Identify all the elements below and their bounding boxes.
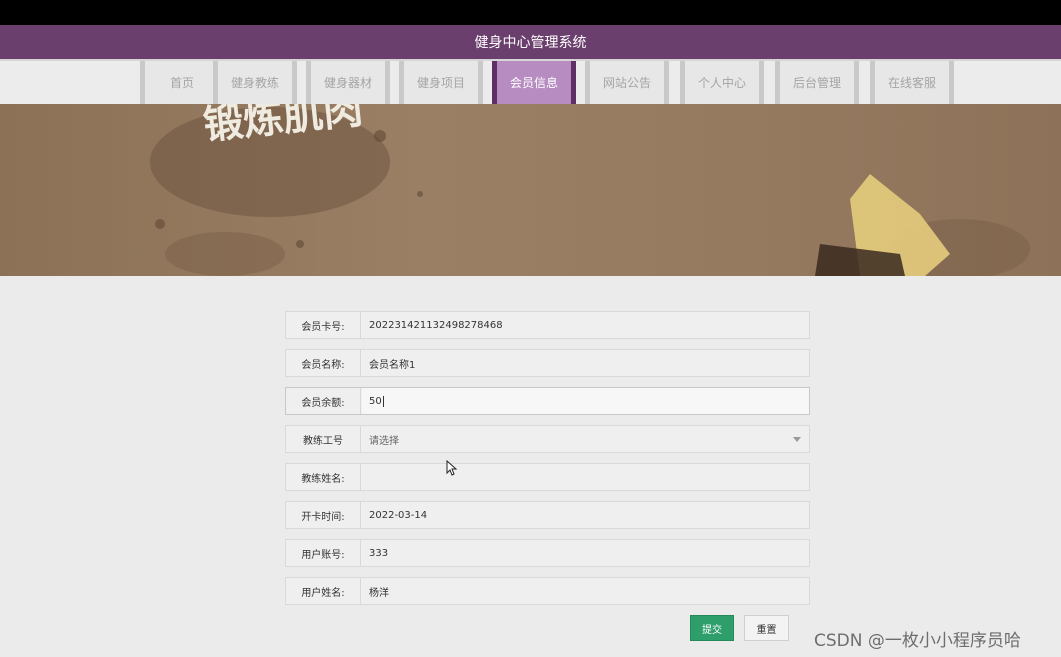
- field-user-account: 用户账号: 333: [285, 539, 810, 567]
- reset-button[interactable]: 重置: [744, 615, 789, 641]
- nav-item-label: 个人中心: [697, 76, 746, 90]
- chevron-down-icon: [793, 437, 801, 442]
- nav-item-projects[interactable]: 健身项目: [399, 61, 483, 104]
- field-user-name: 用户姓名: 杨洋: [285, 577, 810, 605]
- app-header: 健身中心管理系统: [0, 25, 1061, 59]
- field-member-name: 会员名称: 会员名称1: [285, 349, 810, 377]
- field-coach-name: 教练姓名:: [285, 463, 810, 491]
- field-label: 教练姓名:: [286, 464, 361, 490]
- app-title: 健身中心管理系统: [474, 35, 587, 51]
- member-name-input[interactable]: 会员名称1: [362, 350, 809, 376]
- coach-id-select[interactable]: 请选择: [362, 426, 809, 452]
- banner-artwork: 锻炼肌肉: [150, 104, 1030, 276]
- screen-top-bar: [0, 0, 1061, 25]
- user-name-input[interactable]: 杨洋: [362, 578, 809, 604]
- user-account-input[interactable]: 333: [362, 540, 809, 566]
- field-label: 开卡时间:: [286, 502, 361, 528]
- nav-item-label: 首页: [169, 76, 194, 90]
- nav-item-admin[interactable]: 后台管理: [775, 61, 859, 104]
- nav-item-label: 健身器材: [323, 76, 372, 90]
- nav-item-equipment[interactable]: 健身器材: [306, 61, 390, 104]
- field-label: 会员名称:: [286, 350, 361, 376]
- nav-item-home[interactable]: 首页: [140, 61, 224, 104]
- field-coach-id: 教练工号 请选择: [285, 425, 810, 453]
- main-nav: 首页 健身教练 健身器材 健身项目 会员信息 网站公告 个人中心 后台管理 在线…: [0, 59, 1061, 104]
- balance-value: 50: [369, 395, 382, 407]
- text-caret: [382, 395, 384, 407]
- balance-input[interactable]: 50: [362, 388, 809, 414]
- nav-item-label: 网站公告: [602, 76, 651, 90]
- field-card-number: 会员卡号: 202231421132498278468: [285, 311, 810, 339]
- mouse-pointer-icon: [446, 460, 458, 476]
- nav-item-label: 后台管理: [792, 76, 841, 90]
- select-placeholder: 请选择: [369, 435, 399, 447]
- nav-item-label: 在线客服: [887, 76, 936, 90]
- card-number-input[interactable]: 202231421132498278468: [362, 312, 809, 338]
- open-date-input[interactable]: 2022-03-14: [362, 502, 809, 528]
- nav-item-service[interactable]: 在线客服: [870, 61, 954, 104]
- field-label: 会员卡号:: [286, 312, 361, 338]
- field-open-date: 开卡时间: 2022-03-14: [285, 501, 810, 529]
- field-label: 会员余额:: [286, 388, 361, 414]
- nav-item-label: 健身教练: [230, 76, 279, 90]
- coach-name-input[interactable]: [362, 464, 809, 490]
- nav-item-members[interactable]: 会员信息: [492, 61, 576, 104]
- submit-button[interactable]: 提交: [690, 615, 734, 641]
- watermark-text: CSDN @一枚小小程序员哈: [814, 631, 1021, 651]
- field-label: 教练工号: [286, 426, 361, 452]
- nav-item-label: 健身项目: [416, 76, 465, 90]
- nav-item-profile[interactable]: 个人中心: [680, 61, 764, 104]
- field-balance: 会员余额: 50: [285, 387, 810, 415]
- nav-item-label: 会员信息: [509, 76, 558, 90]
- field-label: 用户账号:: [286, 540, 361, 566]
- nav-item-announcements[interactable]: 网站公告: [585, 61, 669, 104]
- field-label: 用户姓名:: [286, 578, 361, 604]
- nav-item-coaches[interactable]: 健身教练: [213, 61, 297, 104]
- hero-banner: 锻炼肌肉: [0, 104, 1061, 276]
